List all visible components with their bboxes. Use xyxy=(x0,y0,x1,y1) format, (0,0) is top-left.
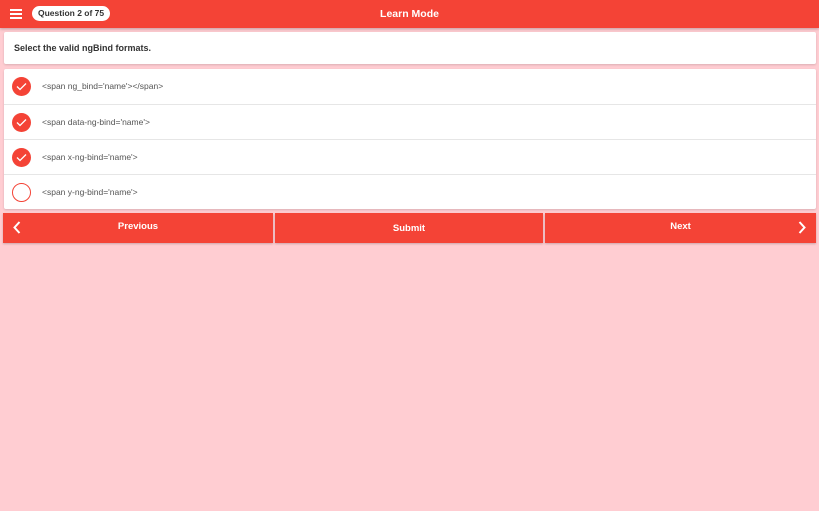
submit-button[interactable]: Submit xyxy=(275,213,543,243)
checked-checkbox-icon[interactable] xyxy=(12,148,31,167)
next-button[interactable]: Next xyxy=(545,213,816,243)
options-list: <span ng_bind='name'></span> <span data-… xyxy=(4,69,816,209)
answer-option[interactable]: <span ng_bind='name'></span> xyxy=(4,69,816,104)
next-button-label: Next xyxy=(670,221,691,232)
question-text: Select the valid ngBind formats. xyxy=(14,43,152,53)
chevron-right-icon xyxy=(798,221,806,234)
answer-option[interactable]: <span data-ng-bind='name'> xyxy=(4,104,816,139)
question-card: Select the valid ngBind formats. xyxy=(4,32,816,64)
answer-option-label: <span x-ng-bind='name'> xyxy=(42,152,138,162)
top-app-bar: Question 2 of 75 Learn Mode xyxy=(0,0,819,28)
answer-option-label: <span data-ng-bind='name'> xyxy=(42,117,150,127)
answer-option[interactable]: <span x-ng-bind='name'> xyxy=(4,139,816,174)
question-navigation-bar: Previous Submit Next xyxy=(3,213,816,243)
answer-option-label: <span ng_bind='name'></span> xyxy=(42,81,164,91)
answer-option[interactable]: <span y-ng-bind='name'> xyxy=(4,174,816,209)
checked-checkbox-icon[interactable] xyxy=(12,113,31,132)
checked-checkbox-icon[interactable] xyxy=(12,77,31,96)
submit-button-label: Submit xyxy=(392,223,426,234)
page-title: Learn Mode xyxy=(380,8,439,20)
previous-button-label: Previous xyxy=(117,221,159,232)
unchecked-checkbox-icon[interactable] xyxy=(12,183,31,202)
answer-option-label: <span y-ng-bind='name'> xyxy=(42,187,138,197)
previous-button[interactable]: Previous xyxy=(3,213,273,243)
